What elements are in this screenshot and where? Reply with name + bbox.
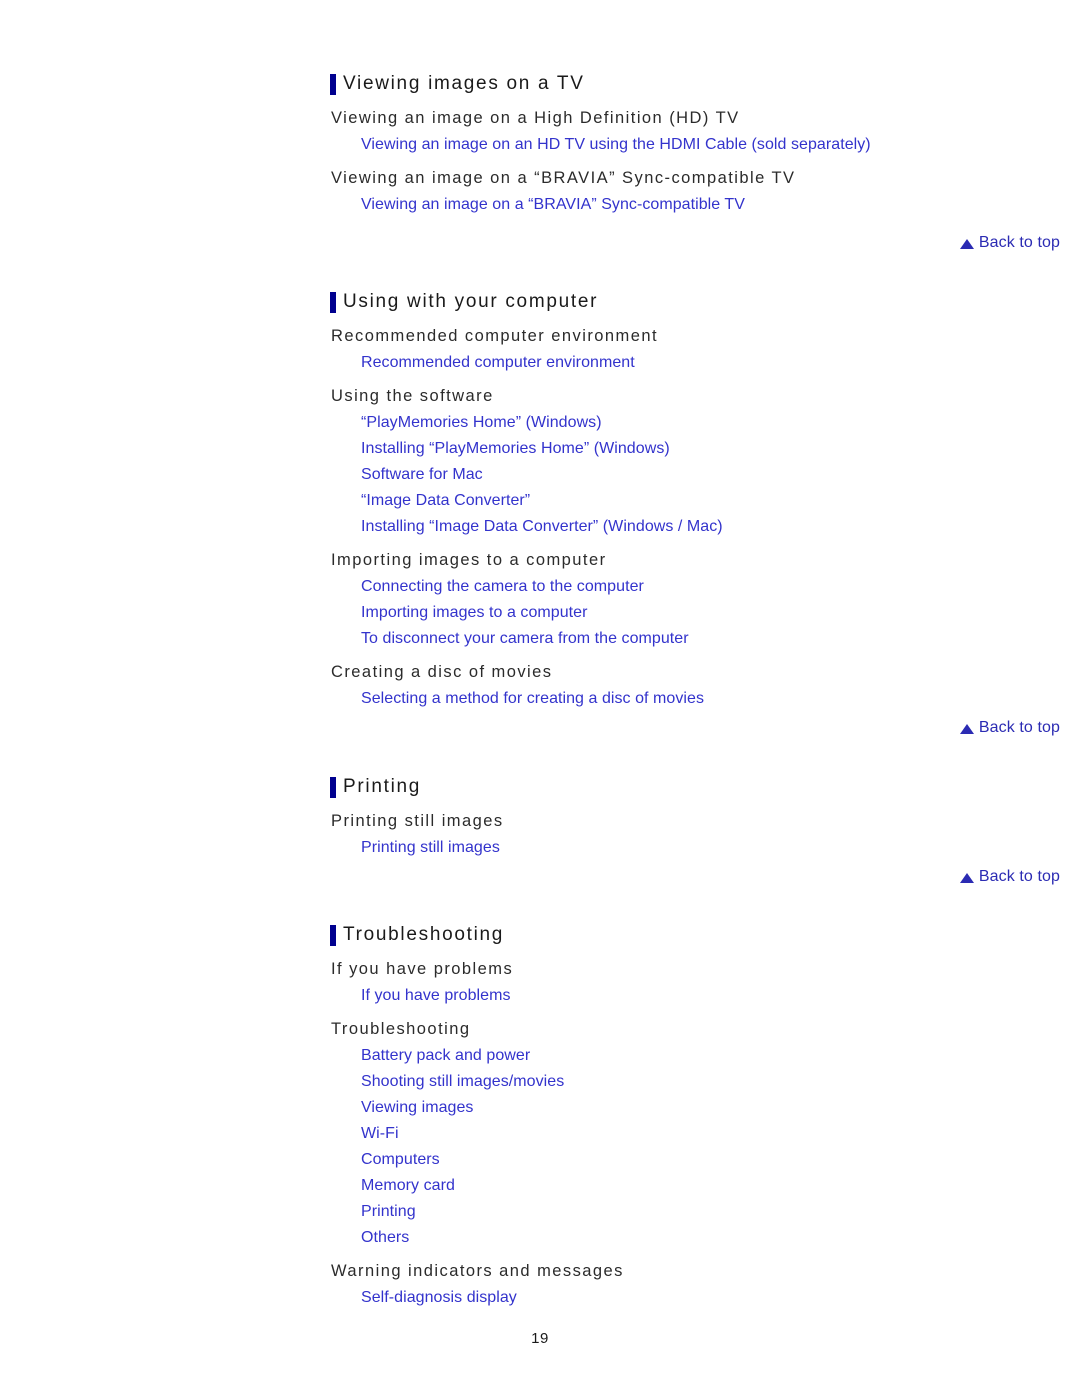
subheading: Recommended computer environment bbox=[331, 327, 659, 345]
toc-link[interactable]: Viewing an image on a “BRAVIA” Sync-comp… bbox=[361, 192, 745, 218]
subheading: Troubleshooting bbox=[331, 1020, 471, 1038]
link-row: Importing images to a computer bbox=[330, 600, 1060, 626]
toc-link[interactable]: Wi-Fi bbox=[361, 1121, 399, 1147]
toc-link[interactable]: Computers bbox=[361, 1147, 440, 1173]
section-title: Printing bbox=[330, 773, 1060, 801]
back-to-top-label: Back to top bbox=[978, 868, 1060, 885]
toc-link[interactable]: Battery pack and power bbox=[361, 1043, 530, 1069]
toc-link[interactable]: “PlayMemories Home” (Windows) bbox=[361, 410, 602, 436]
section-using-with-your-computer: Using with your computer Recommended com… bbox=[330, 288, 1060, 712]
toc-link[interactable]: Self-diagnosis display bbox=[361, 1285, 517, 1311]
subheading: Warning indicators and messages bbox=[331, 1262, 624, 1280]
link-row: Printing still images bbox=[330, 835, 1060, 861]
section-title: Viewing images on a TV bbox=[330, 70, 1060, 98]
section-title: Troubleshooting bbox=[330, 921, 1060, 949]
subheading: Importing images to a computer bbox=[331, 551, 607, 569]
link-row: Installing “Image Data Converter” (Windo… bbox=[330, 514, 1060, 540]
toc-link[interactable]: Shooting still images/movies bbox=[361, 1069, 564, 1095]
section-title-text: Troubleshooting bbox=[343, 924, 505, 945]
toc-link[interactable]: Others bbox=[361, 1225, 409, 1251]
section-title-text: Using with your computer bbox=[343, 291, 599, 312]
toc-link[interactable]: Software for Mac bbox=[361, 462, 483, 488]
toc-link[interactable]: Importing images to a computer bbox=[361, 600, 588, 626]
section-title-text: Printing bbox=[343, 776, 422, 797]
toc-link[interactable]: To disconnect your camera from the compu… bbox=[361, 626, 689, 652]
link-row: Others bbox=[330, 1225, 1060, 1251]
back-to-top-link[interactable]: Back to top bbox=[959, 719, 1060, 737]
subheading: Using the software bbox=[331, 387, 494, 405]
link-row: If you have problems bbox=[330, 983, 1060, 1009]
link-row: Installing “PlayMemories Home” (Windows) bbox=[330, 436, 1060, 462]
toc-link[interactable]: Memory card bbox=[361, 1173, 455, 1199]
toc-link[interactable]: Selecting a method for creating a disc o… bbox=[361, 686, 704, 712]
toc-link[interactable]: Printing still images bbox=[361, 835, 500, 861]
link-row: Memory card bbox=[330, 1173, 1060, 1199]
back-to-top-link[interactable]: Back to top bbox=[959, 868, 1060, 886]
section-printing: Printing Printing still images Printing … bbox=[330, 773, 1060, 861]
toc-link[interactable]: “Image Data Converter” bbox=[361, 488, 530, 514]
subheading: If you have problems bbox=[331, 960, 514, 978]
toc-link[interactable]: Viewing images bbox=[361, 1095, 473, 1121]
subheading: Viewing an image on a High Definition (H… bbox=[331, 109, 740, 127]
section-marker-bar bbox=[330, 777, 336, 798]
subheading: Printing still images bbox=[331, 812, 504, 830]
subheading: Creating a disc of movies bbox=[331, 663, 553, 681]
toc-link[interactable]: Recommended computer environment bbox=[361, 350, 635, 376]
link-row: Software for Mac bbox=[330, 462, 1060, 488]
section-marker-bar bbox=[330, 925, 336, 946]
toc-link[interactable]: Printing bbox=[361, 1199, 416, 1225]
link-row: Connecting the camera to the computer bbox=[330, 574, 1060, 600]
toc-link[interactable]: Installing “PlayMemories Home” (Windows) bbox=[361, 436, 670, 462]
back-to-top-label: Back to top bbox=[978, 719, 1060, 736]
toc-link[interactable]: If you have problems bbox=[361, 983, 511, 1009]
link-row: Battery pack and power bbox=[330, 1043, 1060, 1069]
document-page: Viewing images on a TV Viewing an image … bbox=[0, 0, 1080, 1397]
page-number: 19 bbox=[531, 1330, 549, 1347]
subheading: Viewing an image on a “BRAVIA” Sync-comp… bbox=[331, 169, 796, 187]
link-row: “PlayMemories Home” (Windows) bbox=[330, 410, 1060, 436]
section-marker-bar bbox=[330, 74, 336, 95]
section-title-text: Viewing images on a TV bbox=[343, 73, 585, 94]
section-troubleshooting: Troubleshooting If you have problems If … bbox=[330, 921, 1060, 1311]
toc-link[interactable]: Installing “Image Data Converter” (Windo… bbox=[361, 514, 723, 540]
link-row: Selecting a method for creating a disc o… bbox=[330, 686, 1060, 712]
triangle-up-icon bbox=[959, 239, 974, 249]
toc-link[interactable]: Viewing an image on an HD TV using the H… bbox=[361, 132, 871, 158]
link-row: Self-diagnosis display bbox=[330, 1285, 1060, 1311]
section-marker-bar bbox=[330, 292, 336, 313]
triangle-up-icon bbox=[959, 724, 974, 734]
link-row: To disconnect your camera from the compu… bbox=[330, 626, 1060, 652]
link-row: Viewing an image on a “BRAVIA” Sync-comp… bbox=[330, 192, 1060, 218]
link-row: Viewing an image on an HD TV using the H… bbox=[330, 132, 1060, 158]
section-title: Using with your computer bbox=[330, 288, 1060, 316]
toc-link[interactable]: Connecting the camera to the computer bbox=[361, 574, 644, 600]
back-to-top-label: Back to top bbox=[978, 234, 1060, 251]
back-to-top-link[interactable]: Back to top bbox=[959, 234, 1060, 252]
triangle-up-icon bbox=[959, 873, 974, 883]
link-row: Recommended computer environment bbox=[330, 350, 1060, 376]
link-row: Printing bbox=[330, 1199, 1060, 1225]
link-row: Viewing images bbox=[330, 1095, 1060, 1121]
link-row: Wi-Fi bbox=[330, 1121, 1060, 1147]
link-row: Computers bbox=[330, 1147, 1060, 1173]
link-row: Shooting still images/movies bbox=[330, 1069, 1060, 1095]
section-viewing-images-on-a-tv: Viewing images on a TV Viewing an image … bbox=[330, 70, 1060, 218]
link-row: “Image Data Converter” bbox=[330, 488, 1060, 514]
